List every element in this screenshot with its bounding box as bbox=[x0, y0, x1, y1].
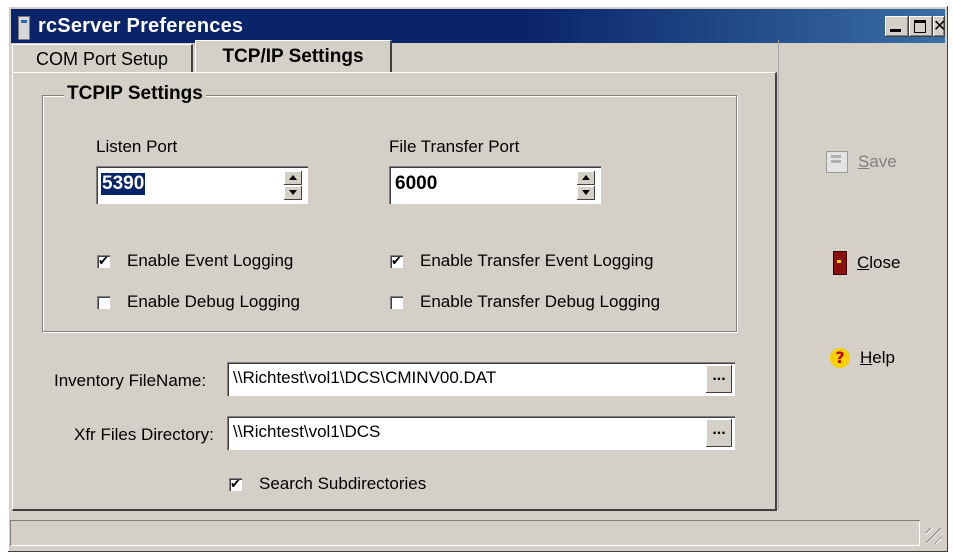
help-button[interactable]: ? Help bbox=[830, 348, 895, 368]
checkbox-icon[interactable] bbox=[97, 295, 110, 309]
checkbox-icon[interactable]: ✔ bbox=[390, 254, 403, 268]
status-pane bbox=[10, 520, 920, 546]
inventory-filename-label: Inventory FileName: bbox=[54, 371, 207, 390]
spin-down-icon[interactable] bbox=[577, 186, 595, 200]
checkbox-icon[interactable] bbox=[390, 295, 403, 309]
xfr-files-directory-field[interactable]: \\Richtest\vol1\DCS ... bbox=[227, 416, 735, 450]
enable-transfer-debug-logging-checkbox[interactable]: Enable Transfer Debug Logging bbox=[390, 292, 660, 312]
listen-port-value[interactable]: 5390 bbox=[101, 173, 146, 195]
inventory-filename-field[interactable]: \\Richtest\vol1\DCS\CMINV00.DAT ... bbox=[227, 362, 735, 396]
enable-transfer-event-logging-checkbox[interactable]: ✔ Enable Transfer Event Logging bbox=[390, 251, 653, 271]
help-label: elp bbox=[872, 348, 895, 367]
inventory-filename-value[interactable]: \\Richtest\vol1\DCS\CMINV00.DAT bbox=[233, 368, 496, 388]
close-button[interactable]: Close bbox=[833, 251, 900, 275]
tab-tcpip-settings[interactable]: TCP/IP Settings bbox=[195, 40, 392, 73]
file-transfer-port-value[interactable]: 6000 bbox=[395, 173, 437, 195]
maximize-icon: □ bbox=[913, 16, 928, 35]
title-bar[interactable]: rcServer Preferences _ □ ✕ bbox=[11, 9, 945, 43]
close-window-button[interactable]: ✕ bbox=[933, 16, 945, 37]
minimize-button[interactable]: _ bbox=[885, 16, 909, 37]
save-icon bbox=[826, 151, 848, 173]
xfr-files-directory-label: Xfr Files Directory: bbox=[74, 425, 214, 444]
save-button[interactable]: Save bbox=[826, 151, 897, 173]
listen-port-label: Listen Port bbox=[96, 137, 178, 156]
xfr-files-directory-value[interactable]: \\Richtest\vol1\DCS bbox=[233, 422, 380, 442]
save-accel: S bbox=[858, 152, 870, 171]
door-icon bbox=[833, 251, 847, 275]
close-icon: ✕ bbox=[933, 16, 945, 35]
checkbox-label: Enable Event Logging bbox=[127, 251, 294, 270]
spin-up-icon[interactable] bbox=[284, 171, 302, 185]
checkbox-label: Search Subdirectories bbox=[259, 474, 427, 493]
resize-grip-icon[interactable] bbox=[926, 528, 942, 544]
close-label: lose bbox=[869, 253, 901, 272]
file-transfer-port-spin-buttons bbox=[577, 171, 595, 200]
close-accel: C bbox=[857, 253, 870, 272]
spin-down-icon[interactable] bbox=[284, 186, 302, 200]
help-icon: ? bbox=[830, 348, 850, 368]
maximize-button[interactable]: □ bbox=[909, 16, 933, 37]
file-transfer-port-spinner[interactable]: 6000 bbox=[389, 166, 601, 204]
search-subdirectories-checkbox[interactable]: ✔ Search Subdirectories bbox=[229, 474, 426, 494]
window-title: rcServer Preferences bbox=[38, 15, 244, 37]
checkbox-label: Enable Debug Logging bbox=[127, 292, 300, 311]
save-label: ave bbox=[869, 152, 897, 171]
enable-debug-logging-checkbox[interactable]: Enable Debug Logging bbox=[97, 292, 300, 312]
tab-com-port-setup[interactable]: COM Port Setup bbox=[12, 44, 193, 73]
xfr-browse-button[interactable]: ... bbox=[706, 419, 732, 447]
enable-event-logging-checkbox[interactable]: ✔ Enable Event Logging bbox=[97, 251, 293, 271]
listen-port-spinner[interactable]: 5390 bbox=[96, 166, 308, 204]
checkbox-icon[interactable]: ✔ bbox=[229, 477, 242, 491]
spin-up-icon[interactable] bbox=[577, 171, 595, 185]
button-column bbox=[778, 40, 949, 510]
minimize-icon: _ bbox=[893, 16, 901, 35]
help-accel: H bbox=[860, 348, 873, 367]
app-icon bbox=[18, 16, 30, 40]
checkbox-icon[interactable]: ✔ bbox=[97, 254, 110, 268]
listen-port-spin-buttons bbox=[284, 171, 302, 200]
group-legend: TCPIP Settings bbox=[64, 83, 206, 105]
status-bar bbox=[10, 520, 946, 548]
checkbox-label: Enable Transfer Event Logging bbox=[420, 251, 654, 270]
file-transfer-port-label: File Transfer Port bbox=[389, 137, 520, 156]
checkbox-label: Enable Transfer Debug Logging bbox=[420, 292, 661, 311]
inventory-browse-button[interactable]: ... bbox=[706, 365, 732, 393]
